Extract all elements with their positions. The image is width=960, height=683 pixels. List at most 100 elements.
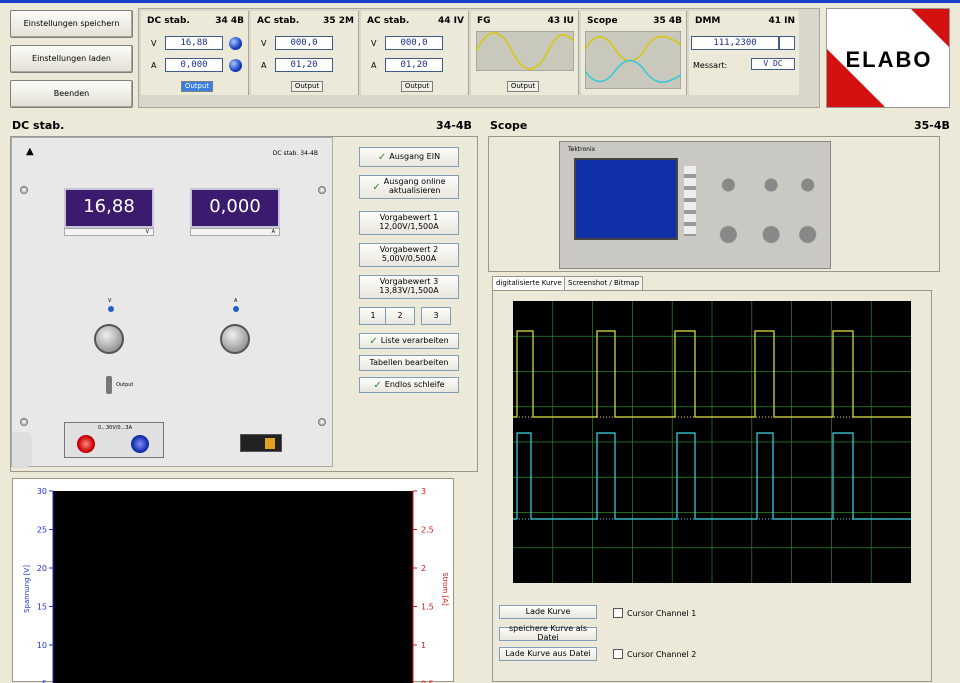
preset-2-button[interactable]: Vorgabewert 2 5,00V/0,500A (359, 243, 459, 267)
terminal-block: 0...30V/0...3A (64, 422, 164, 458)
panel-id-scope: 35-4B (914, 119, 950, 132)
knob-v-label: V (108, 298, 111, 304)
y2-tick-label: 2 (421, 564, 426, 573)
cursor-ch1-checkbox[interactable] (613, 608, 623, 618)
y2-tick-label: 1.5 (421, 603, 434, 612)
preset-select-1[interactable]: 1 (359, 307, 387, 325)
cursor-ch2-label: Cursor Channel 2 (627, 650, 696, 659)
button-label: Ausgang online aktualisieren (384, 178, 446, 196)
module-id: 44 IV (438, 16, 464, 26)
preset-select-3[interactable]: 3 (421, 307, 451, 325)
toggle-label: Output (116, 382, 133, 388)
plus-terminal (77, 435, 95, 453)
power-switch[interactable] (240, 434, 282, 452)
a-label: A (371, 61, 376, 70)
dc-current-field[interactable]: 0,000 (165, 58, 223, 72)
online-update-button[interactable]: ✓Ausgang online aktualisieren (359, 175, 459, 199)
led-icon (108, 306, 114, 312)
screw-icon (20, 418, 28, 426)
load-settings-button[interactable]: Einstellungen laden (10, 45, 133, 73)
dmm-mode-select[interactable]: V DC (751, 58, 795, 70)
ac2-current-field[interactable]: 01,20 (385, 58, 443, 72)
power-switch-indicator (265, 438, 275, 449)
scope-mini-screen (574, 158, 678, 240)
v-label: V (151, 39, 156, 48)
y-tick-label: 30 (37, 487, 47, 496)
save-settings-button[interactable]: Einstellungen speichern (10, 10, 133, 38)
scope-photo-panel: Tektronix (488, 136, 940, 272)
cursor-ch2-checkbox[interactable] (613, 649, 623, 659)
voltage-unit: V (64, 228, 154, 236)
dmm-mode-label: Messart: (693, 61, 727, 70)
screw-icon (318, 186, 326, 194)
voltage-knob[interactable] (94, 324, 124, 354)
panel-title-dc: DC stab. (12, 119, 64, 132)
status-led (229, 37, 242, 50)
current-unit: A (190, 228, 280, 236)
v-label: V (371, 39, 376, 48)
title-bar-strip (0, 0, 960, 3)
check-icon: ✓ (369, 336, 377, 347)
y-tick-label: 5 (42, 680, 47, 683)
screw-icon (318, 418, 326, 426)
check-icon: ✓ (378, 152, 386, 163)
module-title: AC stab. (367, 16, 409, 26)
y-axis-label: Spannung [V] (23, 565, 31, 613)
process-list-button[interactable]: ✓Liste verarbeiten (359, 333, 459, 349)
led-icon (233, 306, 239, 312)
ac2-voltage-field[interactable]: 000,0 (385, 36, 443, 50)
load-curve-file-button[interactable]: Lade Kurve aus Datei (499, 647, 597, 661)
load-curve-button[interactable]: Lade Kurve (499, 605, 597, 619)
a-label: A (261, 61, 266, 70)
dc-voltage-field[interactable]: 16,88 (165, 36, 223, 50)
module-title: Scope (587, 16, 618, 26)
current-knob[interactable] (220, 324, 250, 354)
y2-tick-label: 2.5 (421, 526, 434, 535)
panel-title-scope: Scope (490, 119, 527, 132)
scope-preview (585, 31, 681, 89)
module-title: AC stab. (257, 16, 299, 26)
fg-output-button[interactable]: Output (507, 81, 539, 92)
module-scope[interactable]: Scope 35 4B (581, 11, 687, 95)
panel-id-dc: 34-4B (436, 119, 472, 132)
device-logo-icon: ▲ (26, 146, 34, 157)
preset-1-button[interactable]: Vorgabewert 1 12,00V/1,500A (359, 211, 459, 235)
module-title: DMM (695, 16, 720, 26)
ac1-voltage-field[interactable]: 000,0 (275, 36, 333, 50)
ac2-output-button[interactable]: Output (401, 81, 433, 92)
module-id: 43 IU (548, 16, 574, 26)
tab-screenshot-bitmap[interactable]: Screenshot / Bitmap (564, 276, 643, 290)
fg-sine-preview (476, 31, 574, 71)
output-toggle[interactable] (106, 376, 112, 394)
module-dc[interactable]: DC stab. 34 4B V 16,88 A 0,000 Output (141, 11, 249, 95)
ac1-current-field[interactable]: 01,20 (275, 58, 333, 72)
dc-output-button[interactable]: Output (181, 81, 213, 92)
status-led (229, 59, 242, 72)
module-ac-1[interactable]: AC stab. 35 2M V 000,0 A 01,20 Output (251, 11, 359, 95)
save-curve-button[interactable]: speichere Kurve als Datei (499, 627, 597, 641)
trend-chart-panel: 3025201510532.521.510.5Spannung [V]Strom… (12, 478, 454, 682)
ac1-output-button[interactable]: Output (291, 81, 323, 92)
tab-digitized-curve[interactable]: digitalisierte Kurve (492, 276, 566, 290)
output-on-button[interactable]: ✓Ausgang EIN (359, 147, 459, 167)
preset-select-2[interactable]: 2 (385, 307, 415, 325)
module-dmm[interactable]: DMM 41 IN 111,2300 Messart: V DC (689, 11, 799, 95)
scope-menu-buttons (684, 166, 696, 236)
plot-area (53, 491, 413, 683)
current-display: 0,000 (190, 188, 280, 228)
module-fg[interactable]: FG 43 IU Output (471, 11, 579, 95)
scope-waveform-chart (493, 291, 933, 591)
module-strip: DC stab. 34 4B V 16,88 A 0,000 Output AC… (138, 8, 820, 108)
y-tick-label: 10 (37, 641, 47, 650)
dmm-value-field[interactable]: 111,2300 (691, 36, 779, 50)
module-id: 35 2M (323, 16, 354, 26)
edit-tables-button[interactable]: Tabellen bearbeiten (359, 355, 459, 371)
exit-button[interactable]: Beenden (10, 80, 133, 108)
oscilloscope-image: Tektronix (559, 141, 831, 269)
knob-a-label: A (234, 298, 237, 304)
preset-3-button[interactable]: Vorgabewert 3 13,83V/1,500A (359, 275, 459, 299)
endless-loop-button[interactable]: ✓Endlos schleife (359, 377, 459, 393)
module-id: 41 IN (768, 16, 795, 26)
v-label: V (261, 39, 266, 48)
module-ac-2[interactable]: AC stab. 44 IV V 000,0 A 01,20 Output (361, 11, 469, 95)
